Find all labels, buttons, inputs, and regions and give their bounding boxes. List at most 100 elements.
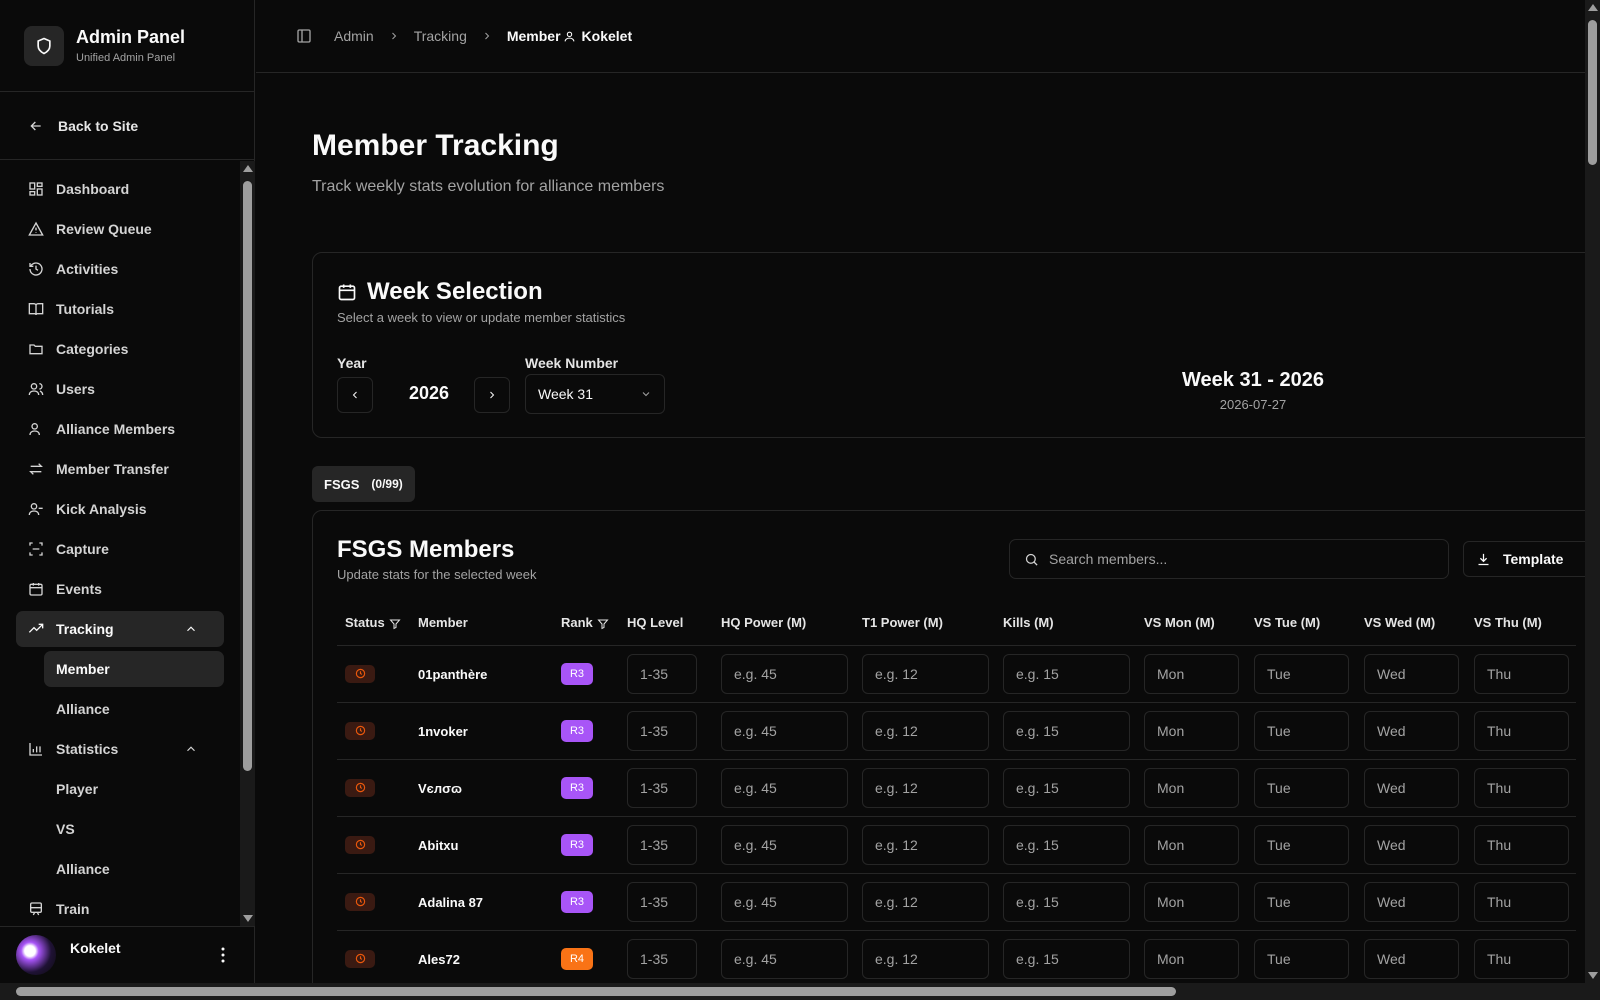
t1-power-input[interactable]: e.g. 12 xyxy=(862,824,989,865)
vs-wed-input[interactable]: Wed xyxy=(1364,653,1459,694)
sidebar-toggle-icon[interactable] xyxy=(296,28,312,44)
page-horizontal-scrollbar[interactable] xyxy=(0,983,1600,1000)
t1-power-input[interactable]: e.g. 12 xyxy=(862,710,989,751)
t1-power-input[interactable]: e.g. 12 xyxy=(862,938,989,979)
sidebar-scrollbar[interactable] xyxy=(240,161,255,926)
sidebar-item-stats-alliance[interactable]: Alliance xyxy=(44,851,224,887)
hq-power-input[interactable]: e.g. 45 xyxy=(721,767,848,808)
kills-input[interactable]: e.g. 15 xyxy=(1003,938,1130,979)
breadcrumb-tracking[interactable]: Tracking xyxy=(414,28,467,44)
sidebar-item-users[interactable]: Users xyxy=(16,371,224,407)
sidebar-item-tutorials[interactable]: Tutorials xyxy=(16,291,224,327)
vs-thu-input[interactable]: Thu xyxy=(1474,824,1569,865)
vs-thu-input[interactable]: Thu xyxy=(1474,710,1569,751)
kills-input[interactable]: e.g. 15 xyxy=(1003,710,1130,751)
vs-thu-input[interactable]: Thu xyxy=(1474,938,1569,979)
kills-input[interactable]: e.g. 15 xyxy=(1003,824,1130,865)
page-vertical-scrollbar[interactable] xyxy=(1585,0,1600,983)
scroll-up-icon[interactable] xyxy=(1588,4,1598,11)
more-vertical-icon[interactable] xyxy=(221,947,225,963)
vs-tue-input[interactable]: Tue xyxy=(1254,710,1349,751)
vs-mon-input[interactable]: Mon xyxy=(1144,938,1239,979)
user-profile[interactable]: Kokelet xyxy=(0,926,255,983)
status-badge[interactable] xyxy=(345,892,375,911)
vs-thu-input[interactable]: Thu xyxy=(1474,881,1569,922)
hq-level-input[interactable]: 1-35 xyxy=(627,710,697,751)
prev-year-button[interactable] xyxy=(337,377,373,413)
breadcrumb-admin[interactable]: Admin xyxy=(334,28,374,44)
vs-tue-input[interactable]: Tue xyxy=(1254,767,1349,808)
vs-thu-input[interactable]: Thu xyxy=(1474,653,1569,694)
vs-wed-input[interactable]: Wed xyxy=(1364,824,1459,865)
t1-power-input[interactable]: e.g. 12 xyxy=(862,653,989,694)
sidebar-item-tracking-member[interactable]: Member xyxy=(44,651,224,687)
vs-mon-input[interactable]: Mon xyxy=(1144,710,1239,751)
vs-mon-input[interactable]: Mon xyxy=(1144,824,1239,865)
kills-input[interactable]: e.g. 15 xyxy=(1003,767,1130,808)
t1-power-input[interactable]: e.g. 12 xyxy=(862,767,989,808)
t1-power-input[interactable]: e.g. 12 xyxy=(862,881,989,922)
breadcrumb-member: Member xyxy=(506,28,561,44)
status-badge[interactable] xyxy=(345,949,375,968)
vs-tue-input[interactable]: Tue xyxy=(1254,881,1349,922)
hq-power-input[interactable]: e.g. 45 xyxy=(721,881,848,922)
sidebar-item-train[interactable]: Train xyxy=(16,891,224,926)
sidebar-item-alliance-members[interactable]: Alliance Members xyxy=(16,411,224,447)
hq-level-input[interactable]: 1-35 xyxy=(627,938,697,979)
hq-power-input[interactable]: e.g. 45 xyxy=(721,824,848,865)
vs-thu-input[interactable]: Thu xyxy=(1474,767,1569,808)
column-status[interactable]: Status xyxy=(337,601,410,646)
template-button[interactable]: Template xyxy=(1463,541,1585,577)
vs-mon-input[interactable]: Mon xyxy=(1144,653,1239,694)
kills-input[interactable]: e.g. 15 xyxy=(1003,653,1130,694)
scroll-down-icon[interactable] xyxy=(243,915,253,922)
sidebar-item-review-queue[interactable]: Review Queue xyxy=(16,211,224,247)
next-year-button[interactable] xyxy=(474,377,510,413)
sidebar-item-capture[interactable]: Capture xyxy=(16,531,224,567)
vs-mon-input[interactable]: Mon xyxy=(1144,881,1239,922)
week-number-select[interactable]: Week 31 xyxy=(525,374,665,414)
sidebar-item-tracking-alliance[interactable]: Alliance xyxy=(44,691,224,727)
back-to-site-link[interactable]: Back to Site xyxy=(0,92,254,160)
vs-tue-input[interactable]: Tue xyxy=(1254,824,1349,865)
sidebar-item-categories[interactable]: Categories xyxy=(16,331,224,367)
scroll-up-icon[interactable] xyxy=(243,165,253,172)
status-badge[interactable] xyxy=(345,664,375,683)
vs-tue-input[interactable]: Tue xyxy=(1254,938,1349,979)
sidebar-item-member-transfer[interactable]: Member Transfer xyxy=(16,451,224,487)
sidebar-item-stats-vs[interactable]: VS xyxy=(44,811,224,847)
kills-input[interactable]: e.g. 15 xyxy=(1003,881,1130,922)
hq-level-input[interactable]: 1-35 xyxy=(627,653,697,694)
sidebar-item-kick-analysis[interactable]: Kick Analysis xyxy=(16,491,224,527)
status-badge[interactable] xyxy=(345,835,375,854)
sidebar-item-statistics[interactable]: Statistics xyxy=(16,731,224,767)
hq-level-input[interactable]: 1-35 xyxy=(627,824,697,865)
search-input[interactable]: Search members... xyxy=(1009,539,1449,579)
status-badge[interactable] xyxy=(345,778,375,797)
vs-wed-input[interactable]: Wed xyxy=(1364,767,1459,808)
vs-wed-input[interactable]: Wed xyxy=(1364,710,1459,751)
sidebar-item-stats-player[interactable]: Player xyxy=(44,771,224,807)
hq-power-input[interactable]: e.g. 45 xyxy=(721,710,848,751)
sidebar-scroll-thumb[interactable] xyxy=(243,181,252,771)
hq-power-input[interactable]: e.g. 45 xyxy=(721,938,848,979)
tab-fsgs[interactable]: FSGS (0/99) xyxy=(312,466,415,502)
column-rank[interactable]: Rank xyxy=(553,601,619,646)
vs-mon-input[interactable]: Mon xyxy=(1144,767,1239,808)
hq-level-input[interactable]: 1-35 xyxy=(627,767,697,808)
vs-wed-input[interactable]: Wed xyxy=(1364,938,1459,979)
filter-icon[interactable] xyxy=(597,618,609,630)
hq-level-input[interactable]: 1-35 xyxy=(627,881,697,922)
horizontal-scroll-thumb[interactable] xyxy=(16,987,1176,996)
vs-tue-input[interactable]: Tue xyxy=(1254,653,1349,694)
status-badge[interactable] xyxy=(345,721,375,740)
filter-icon[interactable] xyxy=(389,618,401,630)
hq-power-input[interactable]: e.g. 45 xyxy=(721,653,848,694)
page-scroll-thumb[interactable] xyxy=(1588,20,1597,165)
scroll-down-icon[interactable] xyxy=(1588,972,1598,979)
sidebar-item-tracking[interactable]: Tracking xyxy=(16,611,224,647)
sidebar-item-dashboard[interactable]: Dashboard xyxy=(16,171,224,207)
sidebar-item-activities[interactable]: Activities xyxy=(16,251,224,287)
vs-wed-input[interactable]: Wed xyxy=(1364,881,1459,922)
sidebar-item-events[interactable]: Events xyxy=(16,571,224,607)
